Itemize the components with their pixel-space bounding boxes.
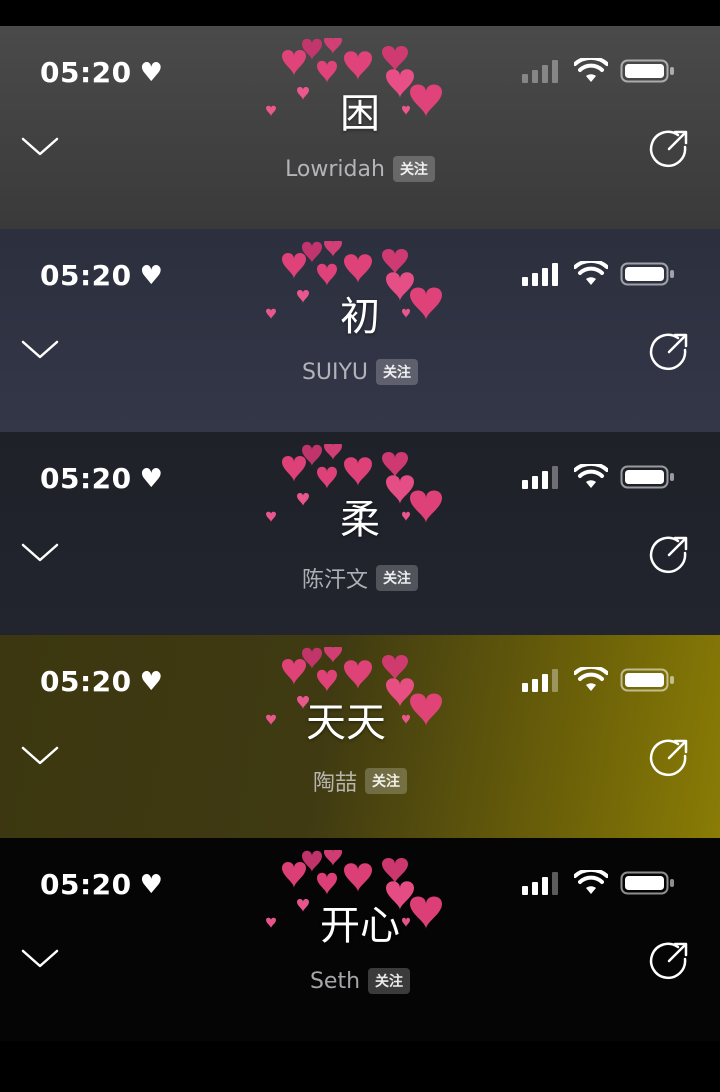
artist-name[interactable]: Lowridah [285, 157, 385, 182]
artist-row: Seth 关注 [0, 968, 720, 994]
now-playing-panel-1: 05:20 ♥ 困 Lowridah 关注 [0, 26, 720, 229]
status-icons [522, 259, 676, 289]
status-time: 05:20 ♥ [40, 56, 163, 89]
song-title: 初 [340, 294, 380, 340]
share-icon[interactable] [648, 331, 690, 373]
chevron-down-icon[interactable] [20, 540, 60, 566]
battery-icon [620, 465, 674, 489]
share-icon[interactable] [648, 534, 690, 576]
wifi-icon [574, 58, 608, 82]
heart-icon: ♥ [139, 463, 164, 494]
status-icons [522, 665, 676, 695]
wifi-icon [574, 464, 608, 488]
battery-icon [620, 871, 674, 895]
chevron-down-icon[interactable] [20, 337, 60, 363]
time-label: 05:20 [40, 665, 132, 698]
time-label: 05:20 [40, 56, 132, 89]
now-playing-panel-3: 05:20 ♥ 柔 陈汗文 关注 [0, 432, 720, 635]
battery-icon [620, 59, 674, 83]
share-icon[interactable] [648, 128, 690, 170]
wifi-icon [574, 667, 608, 691]
status-time: 05:20 ♥ [40, 868, 163, 901]
wifi-icon [574, 870, 608, 894]
song-title: 柔 [340, 497, 380, 543]
now-playing-panel-2: 05:20 ♥ 初 SUIYU 关注 [0, 229, 720, 432]
share-icon[interactable] [648, 940, 690, 982]
signal-icon [522, 263, 558, 286]
wifi-icon [574, 261, 608, 285]
follow-button[interactable]: 关注 [376, 565, 418, 591]
follow-button[interactable]: 关注 [392, 156, 435, 182]
follow-button[interactable]: 关注 [368, 968, 411, 994]
status-time: 05:20 ♥ [40, 462, 163, 495]
battery-icon [620, 668, 674, 692]
signal-icon [522, 872, 558, 895]
song-title: 天天 [306, 700, 386, 746]
chevron-down-icon[interactable] [20, 946, 60, 972]
status-time: 05:20 ♥ [40, 259, 163, 292]
artist-row: 陶喆 关注 [0, 765, 720, 797]
artist-row: 陈汗文 关注 [0, 562, 720, 594]
artist-row: Lowridah 关注 [0, 156, 720, 182]
artist-name[interactable]: SUIYU [302, 360, 368, 385]
chevron-down-icon[interactable] [20, 134, 60, 160]
chevron-down-icon[interactable] [20, 743, 60, 769]
heart-icon: ♥ [139, 869, 164, 900]
artist-row: SUIYU 关注 [0, 359, 720, 385]
status-icons [522, 462, 676, 492]
status-icons [522, 868, 676, 898]
battery-icon [620, 262, 674, 286]
song-title: 困 [340, 91, 380, 137]
signal-icon [522, 60, 558, 83]
heart-icon: ♥ [139, 57, 164, 88]
screenshot-stack: 05:20 ♥ 困 Lowridah 关注 05:20 ♥ 初 SUIYU 关注… [0, 26, 720, 1041]
now-playing-panel-5: 05:20 ♥ 开心 Seth 关注 [0, 838, 720, 1041]
artist-name[interactable]: 陈汗文 [302, 562, 368, 594]
signal-icon [522, 466, 558, 489]
follow-button[interactable]: 关注 [376, 359, 419, 385]
artist-name[interactable]: 陶喆 [313, 765, 357, 797]
heart-icon: ♥ [139, 260, 164, 291]
time-label: 05:20 [40, 259, 132, 292]
share-icon[interactable] [648, 737, 690, 779]
signal-icon [522, 669, 558, 692]
status-icons [522, 56, 676, 86]
heart-icon: ♥ [139, 666, 164, 697]
status-time: 05:20 ♥ [40, 665, 163, 698]
follow-button[interactable]: 关注 [365, 768, 407, 794]
time-label: 05:20 [40, 462, 132, 495]
time-label: 05:20 [40, 868, 132, 901]
now-playing-panel-4: 05:20 ♥ 天天 陶喆 关注 [0, 635, 720, 838]
song-title: 开心 [320, 903, 400, 949]
artist-name[interactable]: Seth [310, 969, 360, 994]
